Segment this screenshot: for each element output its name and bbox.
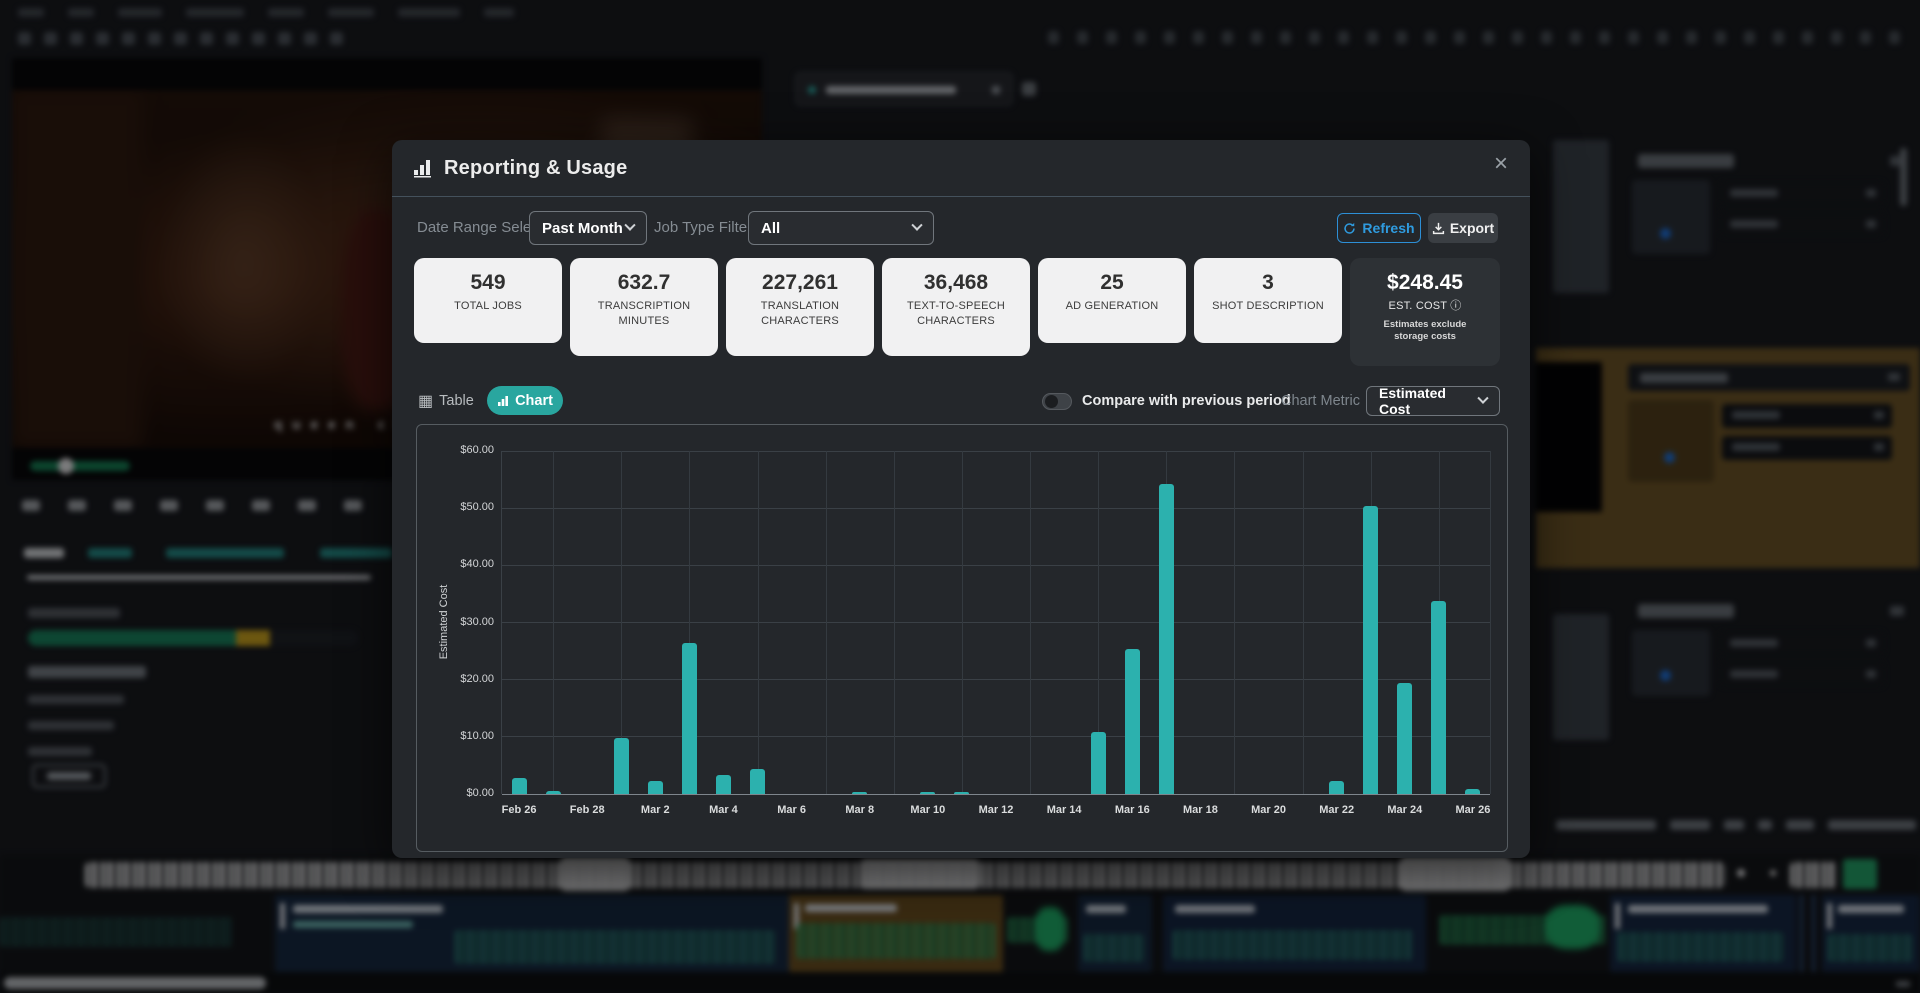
close-icon[interactable]: × bbox=[1494, 152, 1508, 176]
chart-bar[interactable] bbox=[1397, 683, 1413, 794]
y-tick-label: $0.00 bbox=[466, 787, 494, 799]
x-tick-label: Mar 8 bbox=[845, 804, 875, 816]
y-tick-label: $60.00 bbox=[460, 444, 494, 456]
view-toggle-row: ▦ Table Chart Compare with previous peri… bbox=[392, 385, 1530, 417]
x-tick-label: Mar 16 bbox=[1114, 804, 1150, 816]
chart-bar[interactable] bbox=[1431, 601, 1447, 794]
x-gridline bbox=[553, 451, 555, 794]
refresh-icon bbox=[1344, 222, 1356, 234]
x-tick-label: Mar 12 bbox=[978, 804, 1014, 816]
modal-header: Reporting & Usage bbox=[392, 140, 1530, 197]
date-range-label: Date Range Select bbox=[417, 219, 543, 236]
table-view-button[interactable]: ▦ Table bbox=[418, 386, 474, 416]
app-window: queen charged Reporting & Usage × Date R… bbox=[0, 0, 1920, 993]
job-type-select[interactable]: All bbox=[748, 211, 934, 245]
chart-metric-label: Chart Metric bbox=[1281, 393, 1360, 409]
stat-card-transcription: 632.7 TRANSCRIPTION MINUTES bbox=[570, 258, 718, 356]
compare-label: Compare with previous period bbox=[1082, 393, 1291, 409]
chevron-down-icon bbox=[1477, 392, 1489, 404]
chart-bar[interactable] bbox=[750, 769, 766, 794]
bar-chart-icon bbox=[414, 160, 431, 178]
stats-row: 549 TOTAL JOBS 632.7 TRANSCRIPTION MINUTES… bbox=[414, 258, 1500, 366]
chart-bar[interactable] bbox=[920, 792, 936, 794]
x-gridline bbox=[1030, 451, 1032, 794]
x-tick-label: Mar 6 bbox=[777, 804, 806, 816]
chevron-down-icon bbox=[911, 219, 923, 231]
x-gridline bbox=[893, 451, 895, 794]
chart-bar[interactable] bbox=[852, 792, 868, 794]
y-tick-label: $10.00 bbox=[460, 729, 494, 742]
chart-bar[interactable] bbox=[715, 774, 731, 794]
y-gridline bbox=[502, 507, 1490, 509]
chart-metric-select[interactable]: Estimated Cost bbox=[1366, 385, 1500, 417]
toggle-knob bbox=[1045, 395, 1058, 408]
chart-bar[interactable] bbox=[1158, 484, 1174, 794]
chart-bar[interactable] bbox=[511, 777, 527, 794]
chart-plot-area: $0.00 $10.00 $20.00 $30.00 $40.00 $50.00 $60.0… bbox=[460, 444, 1491, 816]
date-range-select[interactable]: Past Month bbox=[529, 211, 647, 245]
x-gridline bbox=[1302, 451, 1304, 794]
x-tick-label: Mar 20 bbox=[1251, 804, 1286, 816]
compare-toggle[interactable] bbox=[1042, 393, 1072, 410]
y-tick-label: $20.00 bbox=[460, 672, 494, 685]
x-gridline bbox=[961, 451, 963, 794]
refresh-button[interactable]: Refresh bbox=[1337, 213, 1421, 243]
chart-bar[interactable] bbox=[1363, 505, 1379, 794]
x-tick-label: Mar 4 bbox=[709, 804, 738, 816]
y-gridline bbox=[502, 450, 1490, 452]
stat-card-ad-generation: 25 AD GENERATION bbox=[1038, 258, 1186, 343]
export-button[interactable]: Export bbox=[1428, 213, 1498, 243]
usage-bar-chart: Estimated Cost $0.00 $10.00 $20.00 $30.00 $4… bbox=[416, 424, 1508, 852]
x-tick-label: Mar 24 bbox=[1387, 804, 1423, 816]
reporting-usage-modal: Reporting & Usage × Date Range Select Pa… bbox=[392, 140, 1530, 858]
chart-bar[interactable] bbox=[1124, 649, 1140, 794]
x-tick-label: Feb 26 bbox=[501, 804, 537, 816]
x-tick-label: Mar 22 bbox=[1319, 804, 1355, 816]
table-grid-icon: ▦ bbox=[418, 393, 434, 410]
chart-bar[interactable] bbox=[1090, 731, 1106, 794]
download-icon bbox=[1432, 222, 1444, 234]
y-tick-label: $40.00 bbox=[460, 558, 494, 571]
stat-card-total-jobs: 549 TOTAL JOBS bbox=[414, 258, 562, 343]
stat-card-est-cost: $248.45 EST. COST ⓘ Estimates exclude st… bbox=[1350, 258, 1500, 366]
x-tick-label: Mar 18 bbox=[1182, 804, 1218, 816]
chart-bar[interactable] bbox=[1329, 781, 1345, 794]
x-gridline bbox=[825, 451, 827, 794]
stat-card-shot-description: 3 SHOT DESCRIPTION bbox=[1194, 258, 1342, 343]
chart-bar[interactable] bbox=[545, 790, 561, 794]
y-gridline bbox=[502, 679, 1490, 681]
job-type-label: Job Type Filter bbox=[654, 219, 753, 236]
info-icon[interactable]: ⓘ bbox=[1450, 300, 1461, 312]
y-gridline bbox=[502, 564, 1490, 566]
stat-card-tts: 36,468 TEXT-TO-SPEECH CHARACTERS bbox=[882, 258, 1030, 356]
x-gridline bbox=[1490, 451, 1491, 794]
chart-bar[interactable] bbox=[647, 781, 663, 794]
y-gridline bbox=[502, 736, 1490, 738]
x-tick-label: Mar 10 bbox=[910, 804, 946, 816]
chart-bar[interactable] bbox=[681, 642, 697, 794]
chevron-down-icon bbox=[624, 219, 636, 231]
x-gridline bbox=[1234, 451, 1236, 794]
chart-bar[interactable] bbox=[954, 792, 970, 794]
x-tick-label: Mar 14 bbox=[1046, 804, 1082, 816]
x-gridline bbox=[757, 451, 759, 794]
y-tick-label: $50.00 bbox=[460, 501, 494, 514]
x-tick-label: Mar 26 bbox=[1455, 804, 1491, 816]
modal-title: Reporting & Usage bbox=[444, 156, 628, 179]
y-gridline bbox=[502, 622, 1490, 623]
chart-bar[interactable] bbox=[613, 737, 629, 794]
chart-view-button[interactable]: Chart bbox=[487, 386, 563, 415]
y-tick-label: $30.00 bbox=[460, 615, 494, 628]
x-tick-label: Feb 28 bbox=[569, 804, 605, 816]
x-tick-label: Mar 2 bbox=[640, 804, 670, 816]
chart-bar[interactable] bbox=[1465, 789, 1481, 794]
stat-card-translation: 227,261 TRANSLATION CHARACTERS bbox=[726, 258, 874, 356]
mini-bar-chart-icon bbox=[498, 395, 509, 406]
